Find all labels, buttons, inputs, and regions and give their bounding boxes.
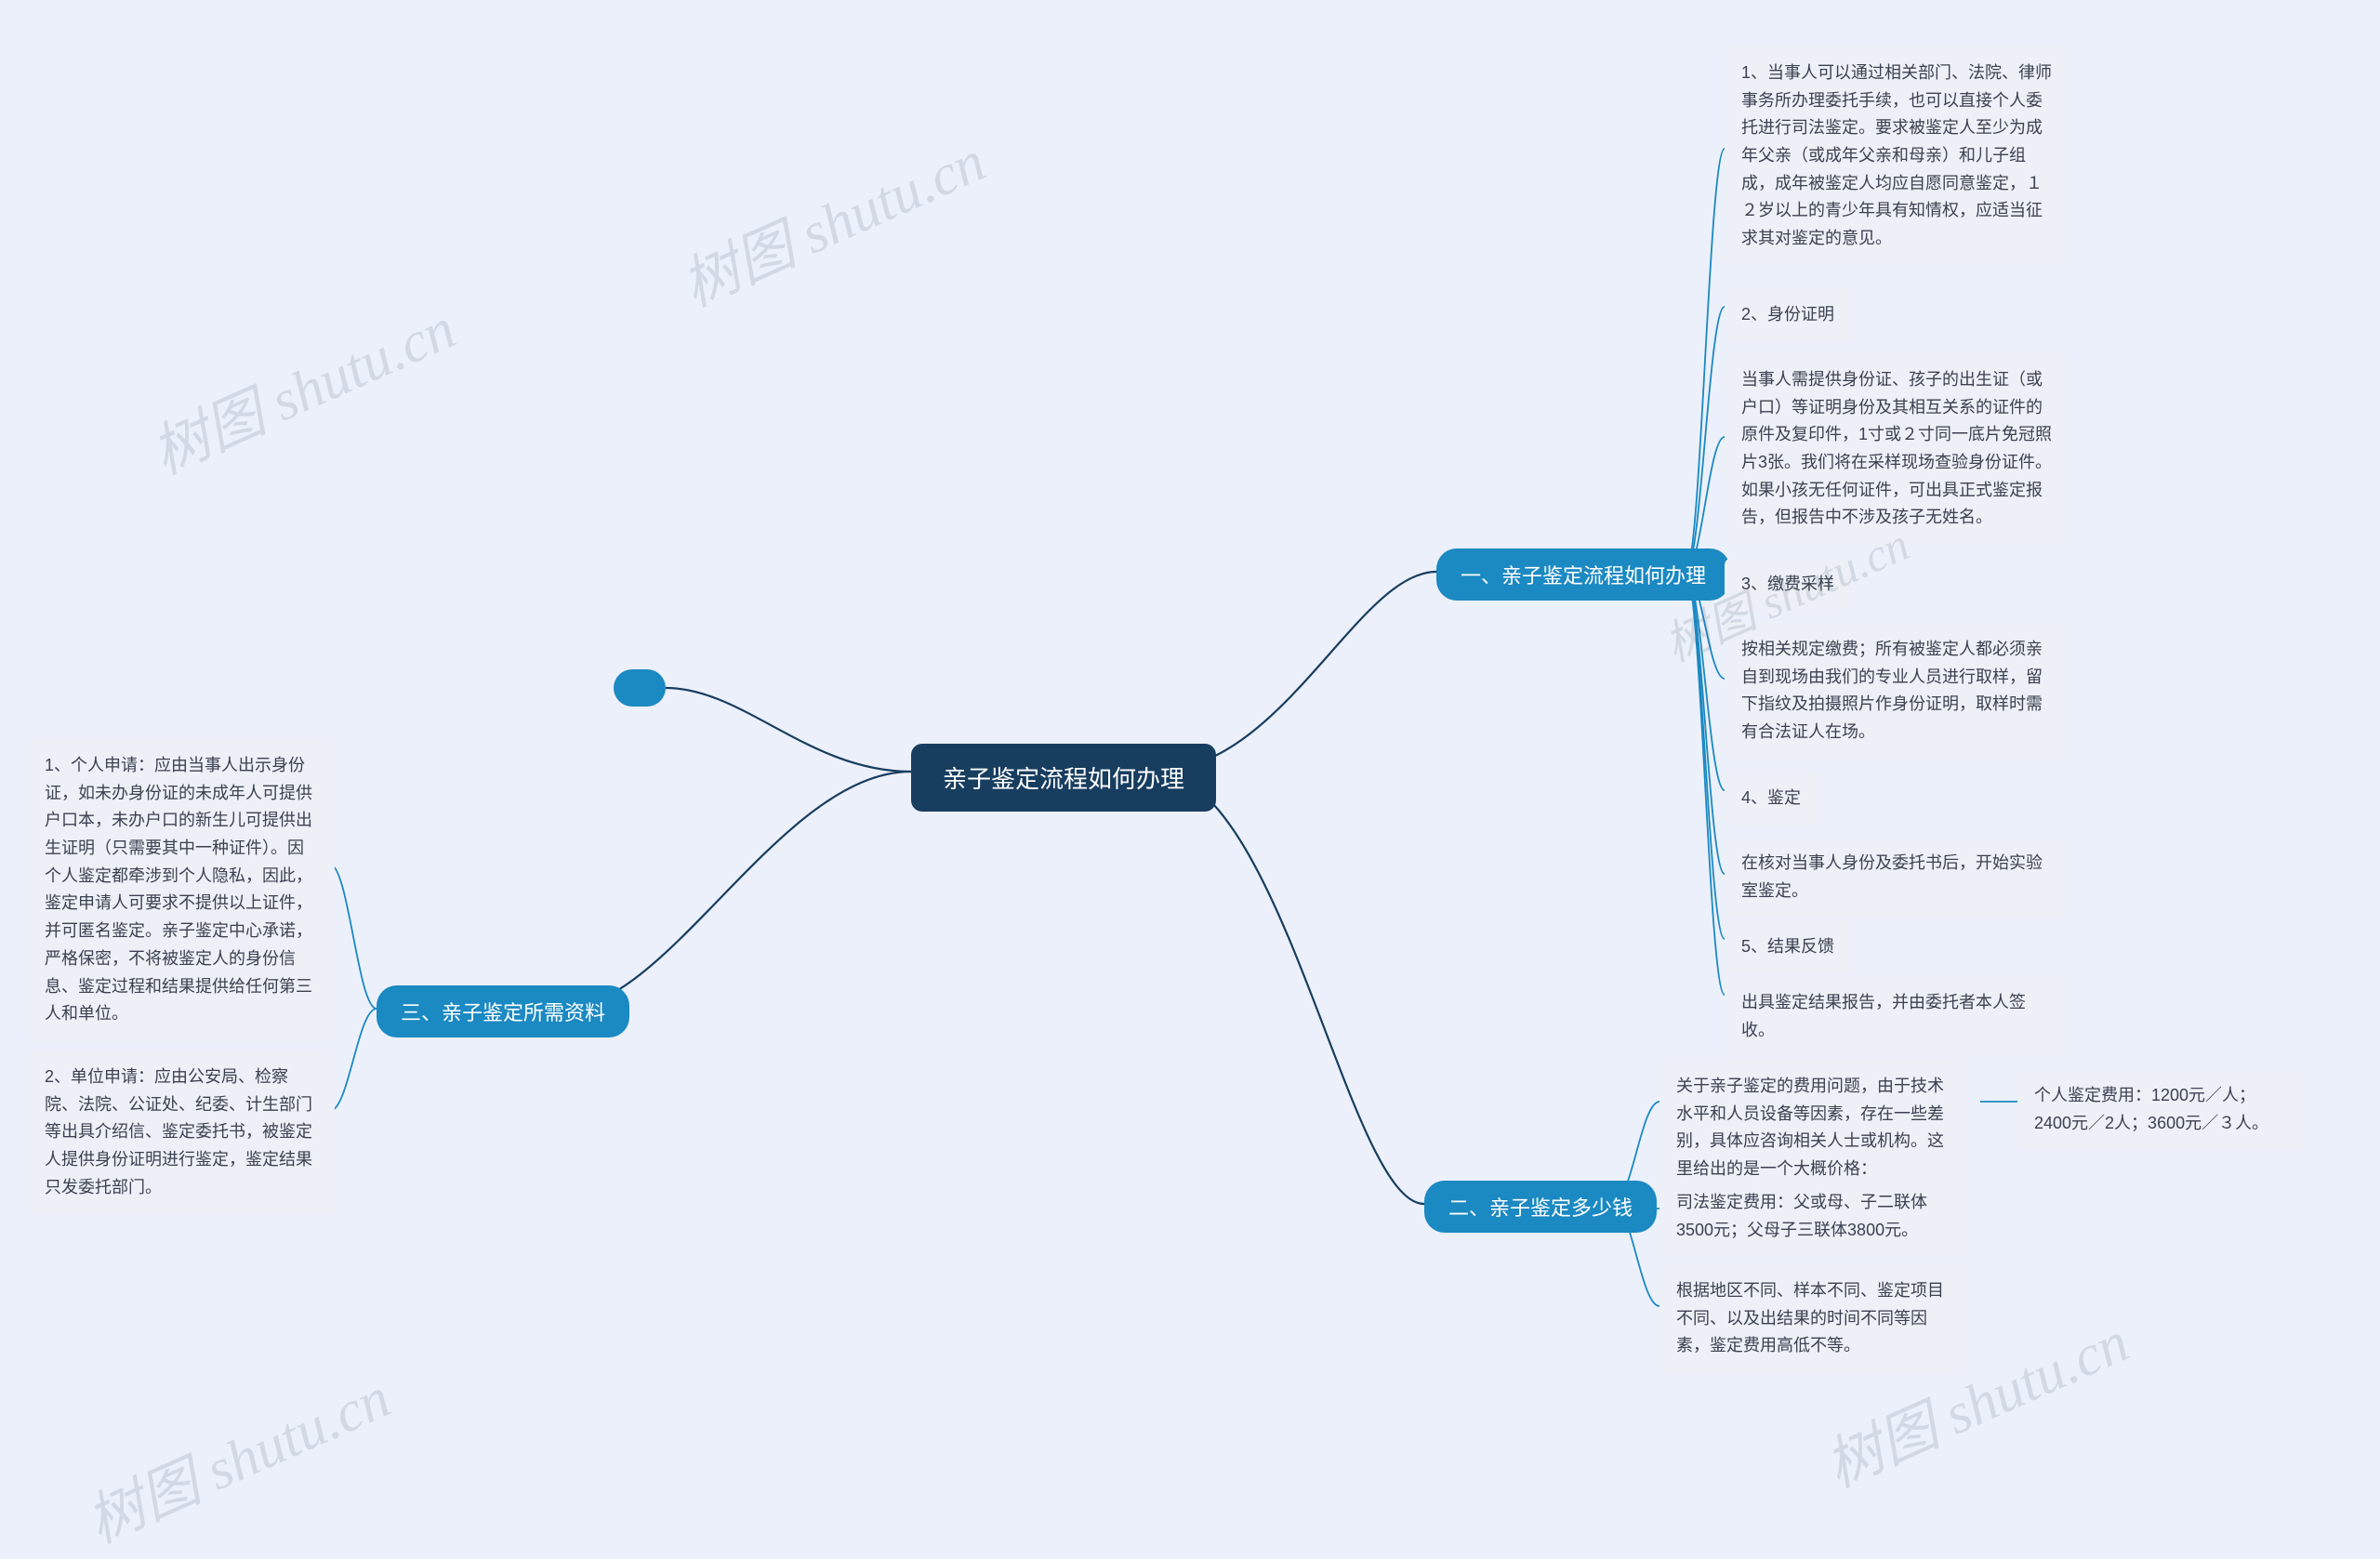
branch-cost[interactable]: 二、亲子鉴定多少钱 (1424, 1181, 1657, 1233)
b1-item-3[interactable]: 3、缴费采样 (1725, 558, 1851, 612)
b1-item-6[interactable]: 在核对当事人身份及委托书后，开始实验室鉴定。 (1725, 837, 2069, 918)
b2-item-1[interactable]: 司法鉴定费用：父或母、子二联体3500元；父母子三联体3800元。 (1659, 1176, 1966, 1257)
b2-item-2[interactable]: 根据地区不同、样本不同、鉴定项目不同、以及出结果的时间不同等因素，鉴定费用高低不… (1659, 1264, 1966, 1373)
empty-branch[interactable] (614, 669, 666, 707)
b3-item-1[interactable]: 2、单位申请：应由公安局、检察院、法院、公证处、纪委、计生部门等出具介绍信、鉴定… (28, 1050, 335, 1214)
branch-materials[interactable]: 三、亲子鉴定所需资料 (377, 985, 629, 1037)
b3-item-0[interactable]: 1、个人申请：应由当事人出示身份证，如未办身份证的未成年人可提供户口本，未办户口… (28, 739, 335, 1041)
b1-item-0[interactable]: 1、当事人可以通过相关部门、法院、律师事务所办理委托手续，也可以直接个人委托进行… (1725, 46, 2069, 266)
b1-item-4[interactable]: 按相关规定缴费；所有被鉴定人都必须亲自到现场由我们的专业人员进行取样，留下指纹及… (1725, 623, 2069, 760)
b2-sub[interactable]: 个人鉴定费用：1200元／人；2400元／2人；3600元／３人。 (2017, 1069, 2306, 1150)
b1-item-5[interactable]: 4、鉴定 (1725, 772, 1818, 826)
b1-item-7[interactable]: 5、结果反馈 (1725, 920, 1851, 974)
b1-item-1[interactable]: 2、身份证明 (1725, 288, 1851, 342)
center-title: 亲子鉴定流程如何办理 (943, 765, 1184, 793)
b1-item-8[interactable]: 出具鉴定结果报告，并由委托者本人签收。 (1725, 976, 2069, 1057)
branch-process[interactable]: 一、亲子鉴定流程如何办理 (1436, 548, 1730, 601)
branch-cost-label: 二、亲子鉴定多少钱 (1448, 1196, 1633, 1220)
branch-materials-label: 三、亲子鉴定所需资料 (401, 1001, 605, 1024)
center-topic[interactable]: 亲子鉴定流程如何办理 (911, 744, 1216, 812)
b1-item-2[interactable]: 当事人需提供身份证、孩子的出生证（或户口）等证明身份及其相互关系的证件的原件及复… (1725, 353, 2069, 545)
branch-process-label: 一、亲子鉴定流程如何办理 (1461, 564, 1706, 588)
